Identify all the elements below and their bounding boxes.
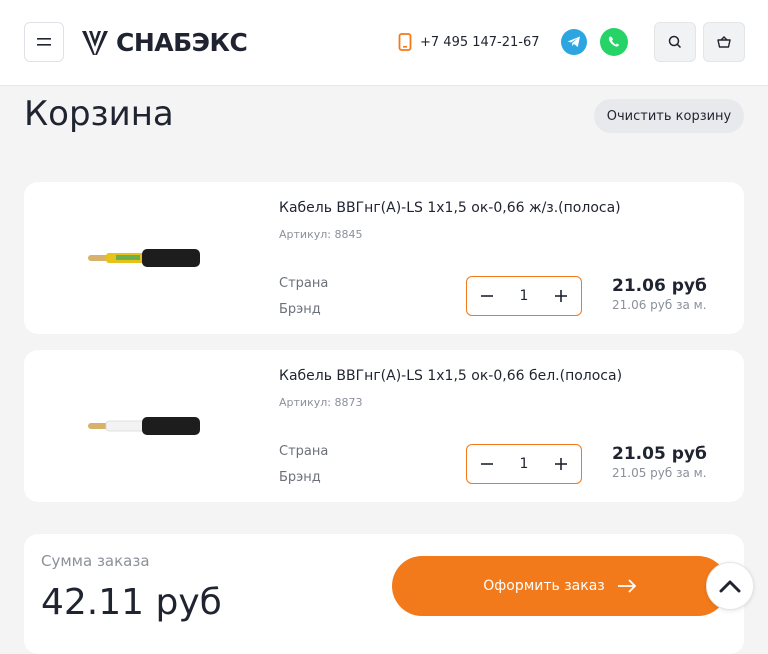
order-total-value: 42.11 руб (41, 582, 222, 623)
site-header: СНАБЭКС +7 495 147-21-67 (0, 0, 768, 86)
item-price: 21.06 руб (612, 276, 707, 296)
plus-icon[interactable] (553, 456, 569, 472)
logo-text: СНАБЭКС (116, 27, 248, 57)
telegram-button[interactable] (561, 29, 587, 55)
order-total-label: Сумма заказа (41, 552, 150, 570)
product-image-cable-white (80, 384, 208, 468)
product-sku: Артикул: 8873 (279, 396, 363, 409)
phone-number: +7 495 147-21-67 (420, 34, 540, 50)
country-label: Страна (279, 444, 329, 459)
quantity-stepper: 1 (466, 276, 582, 316)
item-price: 21.05 руб (612, 444, 707, 464)
whatsapp-button[interactable] (600, 28, 628, 56)
page-title: Корзина (24, 94, 174, 134)
plus-icon[interactable] (553, 288, 569, 304)
telegram-icon (567, 36, 580, 47)
brand-label: Брэнд (279, 470, 321, 485)
minus-icon[interactable] (479, 288, 495, 304)
logo[interactable]: СНАБЭКС (80, 26, 248, 58)
checkout-button[interactable]: Оформить заказ (392, 556, 728, 616)
menu-button[interactable] (24, 22, 64, 62)
whatsapp-icon (608, 36, 619, 47)
unit-price: 21.05 руб за м. (612, 466, 707, 480)
product-name[interactable]: Кабель ВВГнг(А)-LS 1х1,5 ок-0,66 ж/з.(по… (279, 200, 621, 216)
country-label: Страна (279, 276, 329, 291)
arrow-right-icon (617, 579, 637, 593)
product-sku: Артикул: 8845 (279, 228, 363, 241)
cart-button[interactable] (703, 22, 745, 62)
basket-icon (717, 36, 731, 48)
search-icon (668, 35, 682, 49)
clear-cart-button[interactable]: Очистить корзину (594, 99, 744, 133)
quantity-stepper: 1 (466, 444, 582, 484)
quantity-value[interactable]: 1 (520, 456, 529, 472)
logo-mark-icon (82, 31, 108, 55)
unit-price: 21.06 руб за м. (612, 298, 707, 312)
search-button[interactable] (654, 22, 696, 62)
phone-icon (398, 33, 412, 51)
phone-link[interactable]: +7 495 147-21-67 (398, 32, 540, 52)
scroll-to-top-button[interactable] (706, 562, 754, 610)
product-image-cable-yellow-green (80, 216, 208, 300)
hamburger-icon (37, 38, 51, 46)
quantity-value[interactable]: 1 (520, 288, 529, 304)
chevron-up-icon (719, 580, 741, 593)
cart-item: Кабель ВВГнг(А)-LS 1х1,5 ок-0,66 ж/з.(по… (24, 182, 744, 334)
brand-label: Брэнд (279, 302, 321, 317)
minus-icon[interactable] (479, 456, 495, 472)
checkout-label: Оформить заказ (483, 578, 605, 594)
product-name[interactable]: Кабель ВВГнг(А)-LS 1х1,5 ок-0,66 бел.(по… (279, 368, 622, 384)
order-summary: Сумма заказа 42.11 руб Оформить заказ (24, 534, 744, 654)
cart-item: Кабель ВВГнг(А)-LS 1х1,5 ок-0,66 бел.(по… (24, 350, 744, 502)
